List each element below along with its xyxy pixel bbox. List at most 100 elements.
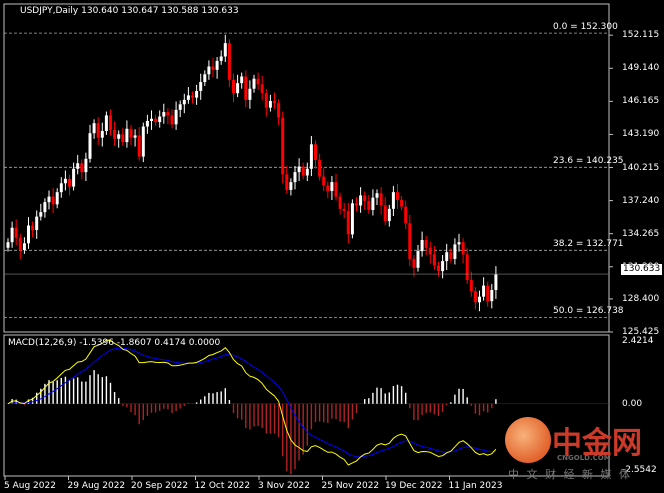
candle-body xyxy=(457,242,461,245)
candle-body xyxy=(68,178,71,187)
candle-body xyxy=(18,237,22,250)
candle-body xyxy=(469,280,473,292)
candle-body xyxy=(248,88,252,100)
candle-body xyxy=(88,133,92,159)
candle-body xyxy=(113,129,117,139)
time-tick-label: 11 Jan 2023 xyxy=(448,481,503,491)
candle-body xyxy=(104,115,108,131)
candle-body xyxy=(420,239,424,252)
candle-body xyxy=(133,135,137,138)
candle-body xyxy=(39,212,43,217)
candle-body xyxy=(252,78,256,89)
candle-body xyxy=(47,196,51,203)
candle-body xyxy=(244,76,248,100)
price-tick-label: 146.165 xyxy=(622,96,660,107)
candle-body xyxy=(432,254,436,266)
candle-body xyxy=(449,252,453,259)
candle-body xyxy=(182,99,186,105)
candle-body xyxy=(191,95,194,98)
candle-body xyxy=(35,216,39,230)
fib-label: 50.0 = 126.738 xyxy=(553,306,624,317)
watermark-tagline: 中 文 财 经 新 媒 体 xyxy=(508,468,632,481)
time-tick-label: 20 Sep 2022 xyxy=(131,481,189,491)
candle-body xyxy=(215,60,219,70)
candle-body xyxy=(207,66,211,75)
candle-body xyxy=(260,84,264,94)
candle-body xyxy=(482,285,486,297)
candle-body xyxy=(383,205,387,222)
macd-tick-label: 2.4214 xyxy=(622,336,654,346)
candle-body xyxy=(219,56,223,61)
candle-body xyxy=(367,201,371,210)
candle-body xyxy=(326,185,330,192)
candle-body xyxy=(145,120,149,127)
candle-body xyxy=(408,223,412,259)
candle-body xyxy=(490,290,494,302)
candle-body xyxy=(10,227,14,243)
fib-label: 0.0 = 152.300 xyxy=(553,22,618,33)
candle-body xyxy=(273,100,276,104)
macd-header: MACD(12,26,9) -1.5396 -1.8607 0.4174 0.0… xyxy=(8,338,221,348)
candle-body xyxy=(363,195,367,202)
candle-body xyxy=(297,166,301,173)
candle-body xyxy=(277,103,281,118)
candle-body xyxy=(76,163,80,169)
price-tick-label: 128.400 xyxy=(622,293,660,304)
candle-body xyxy=(117,134,121,139)
candle-body xyxy=(178,104,182,110)
candle-body xyxy=(268,100,272,108)
candle-body xyxy=(150,118,153,121)
candle-body xyxy=(437,265,440,272)
candle-body xyxy=(478,296,481,303)
candle-body xyxy=(424,239,428,248)
candle-body xyxy=(170,115,174,125)
price-tick-label: 134.265 xyxy=(622,228,660,239)
candle-body xyxy=(322,176,326,186)
candle-body xyxy=(236,83,240,94)
watermark-logo-icon xyxy=(505,417,551,463)
candle-body xyxy=(494,274,498,291)
candle-body xyxy=(22,243,26,250)
candle-body xyxy=(43,202,47,213)
symbol-label: USDJPY,Daily xyxy=(20,6,79,16)
time-tick-label: 19 Dec 2022 xyxy=(385,481,443,491)
candle-body xyxy=(129,128,133,138)
candle-body xyxy=(92,123,96,134)
candle-body xyxy=(162,112,166,117)
candle-body xyxy=(453,244,457,259)
candle-body xyxy=(334,182,338,197)
candle-body xyxy=(289,182,293,190)
candle-body xyxy=(387,208,391,222)
candle-body xyxy=(473,291,477,303)
candle-body xyxy=(137,135,141,157)
candle-body xyxy=(359,195,363,206)
candle-body xyxy=(203,74,207,83)
time-tick-label: 12 Oct 2022 xyxy=(194,481,251,491)
candle-body xyxy=(350,203,354,235)
candle-body xyxy=(375,193,379,198)
candle-body xyxy=(121,134,125,143)
candle-body xyxy=(400,199,404,207)
candle-body xyxy=(305,168,309,176)
price-tick-label: 149.140 xyxy=(622,63,660,74)
candle-body xyxy=(338,196,342,209)
candle-body xyxy=(396,192,399,200)
candle-body xyxy=(391,192,395,209)
candle-body xyxy=(31,225,35,230)
fib-label: 23.6 = 140.235 xyxy=(553,156,624,167)
time-tick-label: 3 Nov 2022 xyxy=(258,481,310,491)
candle-body xyxy=(158,116,162,123)
watermark-domain: CNGOLD.COM xyxy=(557,454,611,462)
candle-body xyxy=(84,158,88,173)
price-tick-label: 140.215 xyxy=(622,162,660,173)
candle-body xyxy=(355,203,358,206)
price-pane-frame xyxy=(3,3,610,333)
candle-body xyxy=(51,196,55,205)
candle-body xyxy=(232,79,235,94)
current-price-tag: 130.633 xyxy=(621,264,663,275)
price-tick-label: 152.115 xyxy=(622,30,660,41)
candle-body xyxy=(223,43,227,57)
candle-body xyxy=(465,254,469,281)
candle-body xyxy=(379,193,383,206)
candle-body xyxy=(264,93,268,108)
